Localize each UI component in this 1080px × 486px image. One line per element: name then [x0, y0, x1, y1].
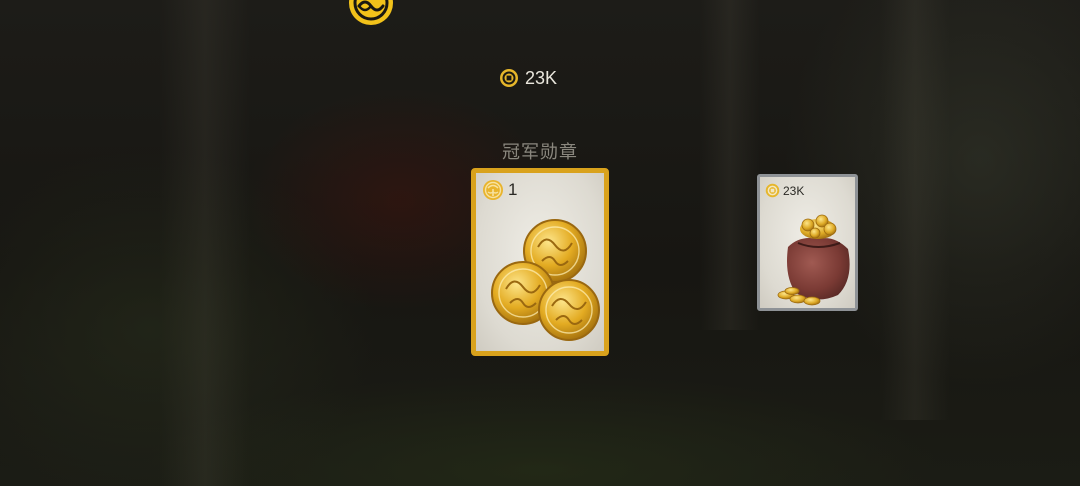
coin-icon	[500, 69, 518, 87]
card-badge: 1	[482, 179, 517, 201]
coin-bag-image	[777, 214, 850, 306]
coin-icon	[765, 183, 780, 198]
medal-emblem-icon	[483, 180, 503, 200]
card-quantity: 1	[508, 180, 518, 199]
game-background: 23K 冠军勋章 1 23K	[0, 0, 1080, 486]
currency-display: 23K	[499, 66, 557, 90]
medal-coin	[538, 279, 600, 341]
background-pillar	[160, 0, 250, 486]
reward-title: 冠军勋章	[502, 142, 578, 163]
currency-amount: 23K	[525, 67, 558, 88]
background-pillar	[880, 0, 950, 420]
card-badge: 23K	[765, 183, 804, 198]
reward-card-coin-bag[interactable]: 23K	[757, 174, 858, 311]
reward-card-medals[interactable]: 1	[471, 168, 609, 356]
card-amount: 23K	[783, 183, 805, 198]
gold-swirl-emblem-icon	[349, 0, 393, 25]
gold-medals-image	[491, 219, 600, 341]
background-pillar	[700, 0, 760, 330]
